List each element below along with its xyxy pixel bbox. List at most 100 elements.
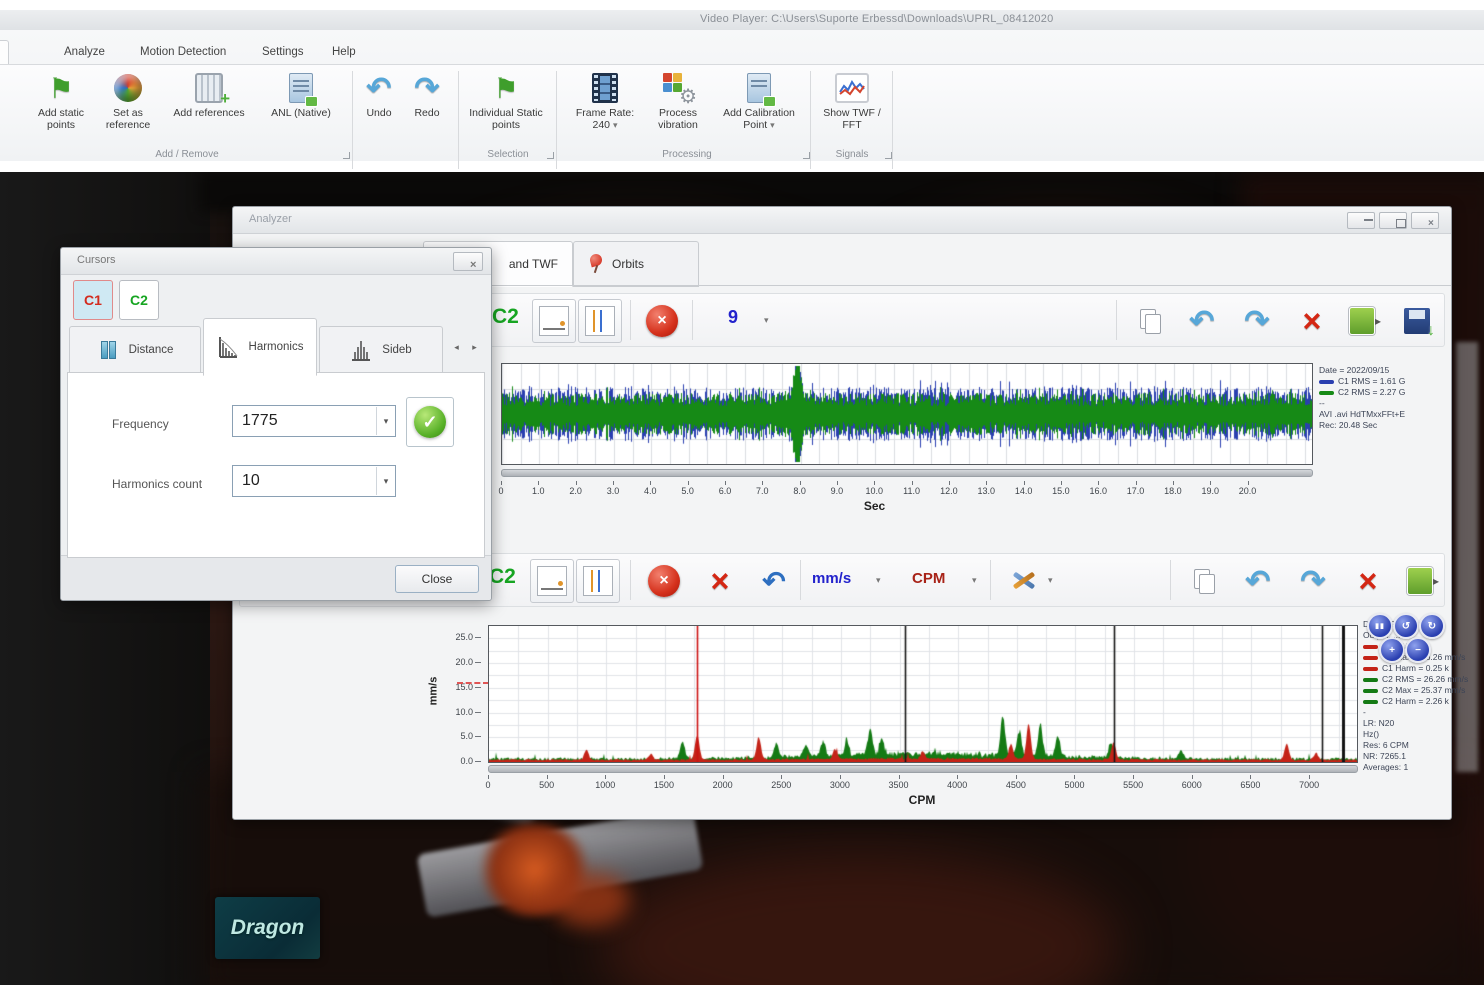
refresh-button[interactable]: ↺	[1393, 613, 1419, 639]
twf-fft-chart-icon	[835, 73, 869, 103]
group-dialog-launcher-icon[interactable]	[547, 152, 554, 159]
zoom-out-button[interactable]: −	[1405, 637, 1431, 663]
fft-redo-button[interactable]: ↷	[1291, 559, 1335, 603]
redo-button[interactable]: ↷ Redo	[404, 69, 450, 145]
redo-arrow-icon: ↷	[1300, 564, 1325, 599]
ribbon-tab-analyze[interactable]: Analyze	[52, 40, 117, 64]
legend-entry: Averages: 1	[1363, 762, 1449, 773]
axis-scale-icon	[539, 306, 569, 336]
undo-button[interactable]: ↶ Undo	[356, 69, 402, 145]
legend-entry: Rec: 20.48 Sec	[1319, 420, 1447, 431]
sphere-icon	[114, 74, 142, 102]
fft-cursors-button[interactable]	[576, 559, 620, 603]
frame-rate-dropdown[interactable]: Frame Rate: 240 ▾	[568, 69, 642, 145]
cursors-dialog-titlebar[interactable]: Cursors ×	[61, 248, 491, 275]
twf-cursors-button[interactable]	[578, 299, 622, 343]
tab-scroll-left-button[interactable]: ◂	[449, 336, 464, 358]
filmstrip-icon	[592, 73, 618, 103]
fft-axis-bar[interactable]	[488, 765, 1358, 773]
fft-plot[interactable]	[488, 625, 1358, 763]
analyzer-titlebar[interactable]: Analyzer ×	[233, 207, 1451, 234]
process-vibration-button[interactable]: ⚙ Process vibration	[646, 69, 710, 145]
twf-axis-bar[interactable]	[501, 469, 1313, 477]
close-button[interactable]: ×	[1411, 212, 1439, 229]
fft-clear-button[interactable]: ×	[1346, 559, 1390, 603]
document-icon	[747, 73, 771, 103]
ribbon-tab-settings[interactable]: Settings	[250, 40, 316, 64]
dropdown-arrow-icon[interactable]: ▾	[972, 575, 977, 586]
fft-remove-cursor-button[interactable]: ×	[642, 559, 686, 603]
harmonics-icon	[217, 335, 239, 359]
fft-tools-dropdown[interactable]	[1002, 559, 1046, 603]
cursor-c1-button[interactable]: C1	[73, 280, 113, 320]
harmonics-count-combobox[interactable]: 10 ▾	[232, 465, 396, 497]
legend-entry: C2 Max = 25.37 mm/s	[1363, 685, 1449, 696]
group-dialog-launcher-icon[interactable]	[885, 152, 892, 159]
fft-undo-button[interactable]: ↶	[1236, 559, 1280, 603]
dropdown-arrow-icon[interactable]: ▾	[376, 467, 395, 495]
ribbon-tab-help[interactable]: Help	[320, 40, 368, 64]
dropdown-arrow-icon[interactable]: ▾	[1048, 575, 1053, 586]
show-twf-fft-button[interactable]: Show TWF / FFT	[816, 69, 888, 145]
twf-delete-button[interactable]: ×	[1290, 299, 1334, 343]
twf-undo-button[interactable]: ↶	[1180, 299, 1224, 343]
dropdown-arrow-icon[interactable]: ▾	[376, 407, 395, 435]
fft-scale-button[interactable]	[530, 559, 574, 603]
maximize-button[interactable]	[1379, 212, 1407, 229]
twf-x-axis-label: Sec	[501, 499, 1248, 513]
twf-plot[interactable]	[501, 363, 1313, 465]
zoom-in-button[interactable]: +	[1379, 637, 1405, 663]
fft-plot-canvas[interactable]	[489, 626, 1357, 762]
anl-native-button[interactable]: ANL (Native)	[258, 69, 344, 145]
twf-harmonics-count-value[interactable]: 9	[728, 307, 738, 328]
dialog-close-button[interactable]: ×	[453, 252, 483, 271]
dropdown-arrow-icon[interactable]: ▾	[764, 315, 769, 326]
ribbon-tab-points[interactable]: ts	[0, 40, 9, 65]
add-static-points-button[interactable]: ⚑ Add static points	[28, 69, 94, 145]
twf-plot-canvas[interactable]	[502, 364, 1312, 464]
play-button[interactable]: ↻	[1419, 613, 1445, 639]
group-dialog-launcher-icon[interactable]	[803, 152, 810, 159]
tab-orbits[interactable]: Orbits	[573, 241, 699, 287]
tab-harmonics[interactable]: Harmonics	[203, 318, 317, 376]
application-window: Video Player: C:\Users\Suporte Erbessd\D…	[0, 0, 1484, 990]
twf-copy-button[interactable]	[1128, 299, 1172, 343]
fft-delete-button[interactable]: ×	[698, 559, 742, 603]
cursors-dialog: Cursors × C1 C2 Distance Harmonics Sideb…	[60, 247, 492, 601]
fft-copy-button[interactable]	[1182, 559, 1226, 603]
close-dialog-button[interactable]: Close	[395, 565, 479, 593]
fft-undo-zoom-button[interactable]: ↶	[752, 559, 796, 603]
group-dialog-launcher-icon[interactable]	[343, 152, 350, 159]
dropdown-arrow-icon[interactable]: ▾	[876, 575, 881, 586]
twf-export-image-button[interactable]	[1340, 299, 1384, 343]
twf-remove-cursor-button[interactable]: ×	[640, 299, 684, 343]
legend-entry: C2 Harm = 2.26 k	[1363, 696, 1449, 707]
undo-arrow-icon: ↶	[1189, 304, 1214, 339]
cursors-dialog-title: Cursors	[77, 254, 116, 266]
dialog-footer: Close	[61, 555, 491, 600]
minimize-button[interactable]	[1347, 212, 1375, 229]
ribbon-tab-motion-detection[interactable]: Motion Detection	[128, 40, 238, 64]
twf-redo-button[interactable]: ↷	[1235, 299, 1279, 343]
amplitude-unit-dropdown[interactable]: mm/s	[812, 570, 851, 587]
add-calibration-point-dropdown[interactable]: Add Calibration Point ▾	[712, 69, 806, 145]
tab-distance[interactable]: Distance	[69, 326, 201, 374]
legend-entry: -	[1363, 707, 1449, 718]
cursor-c2-button[interactable]: C2	[119, 280, 159, 320]
harmonics-count-value: 10	[233, 472, 376, 490]
frequency-value: 1775	[233, 412, 376, 430]
frequency-combobox[interactable]: 1775 ▾	[232, 405, 396, 437]
undo-arrow-icon: ↶	[762, 565, 785, 598]
set-as-reference-button[interactable]: Set as reference	[96, 69, 160, 145]
tab-sidebands[interactable]: Sideb	[319, 326, 443, 374]
add-references-button[interactable]: + Add references	[162, 69, 256, 145]
apply-button[interactable]: ✓	[406, 397, 454, 447]
alarm-threshold-marker	[457, 682, 489, 684]
individual-static-points-button[interactable]: ⚑ Individual Static points	[466, 69, 546, 145]
twf-save-button[interactable]	[1395, 299, 1439, 343]
twf-scale-button[interactable]	[532, 299, 576, 343]
frequency-unit-dropdown[interactable]: CPM	[912, 570, 945, 587]
fft-export-image-button[interactable]	[1398, 559, 1442, 603]
tab-scroll-right-button[interactable]: ▸	[467, 336, 482, 358]
pause-button[interactable]: ▮▮	[1367, 613, 1393, 639]
